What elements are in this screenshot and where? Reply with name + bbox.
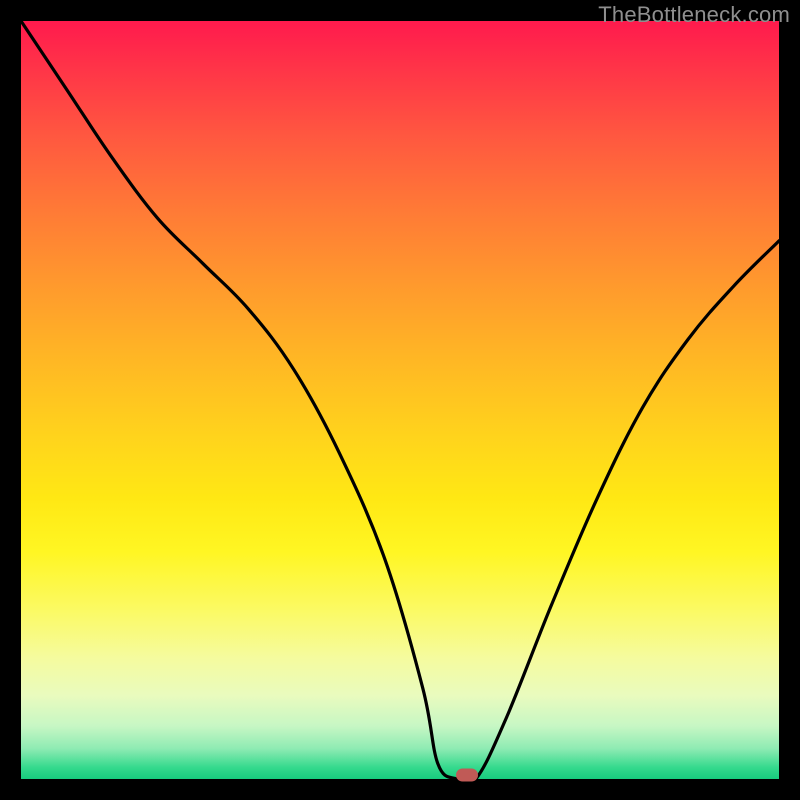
bottleneck-curve	[21, 21, 779, 779]
chart-frame: TheBottleneck.com	[0, 0, 800, 800]
chart-plot-area	[21, 21, 779, 779]
optimal-point-marker	[456, 769, 478, 782]
watermark-text: TheBottleneck.com	[598, 2, 790, 28]
